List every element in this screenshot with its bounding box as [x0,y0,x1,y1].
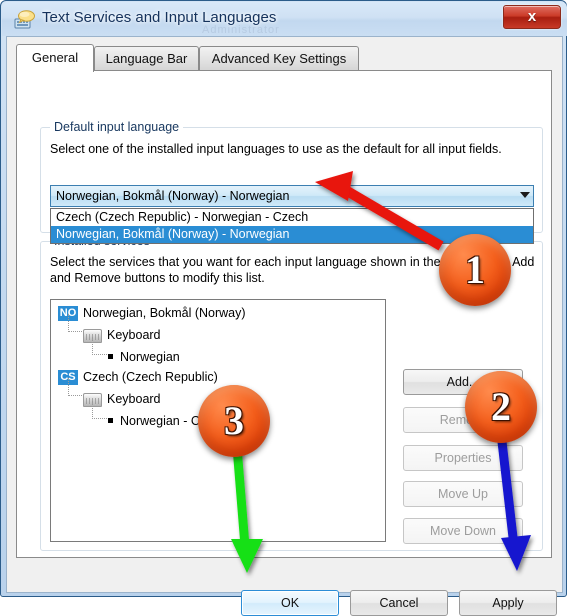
annotation-badge-3-number: 3 [224,398,244,443]
tree-label-language-czech: Czech (Czech Republic) [83,370,218,384]
dropdown-option-czech[interactable]: Czech (Czech Republic) - Norwegian - Cze… [51,209,533,226]
annotation-badge-1-number: 1 [465,247,485,292]
dialog-client-area: General Language Bar Advanced Key Settin… [6,36,563,616]
title-bar: Administrator Text Services and Input La… [2,2,567,36]
chevron-down-icon[interactable] [520,192,530,198]
default-language-combobox-value: Norwegian, Bokmål (Norway) - Norwegian [56,189,290,203]
default-language-combobox[interactable]: Norwegian, Bokmål (Norway) - Norwegian [50,185,534,207]
properties-button: Properties [403,445,523,471]
annotation-badge-3: 3 [198,385,270,457]
tree-label-language-norwegian: Norwegian, Bokmål (Norway) [83,306,246,320]
apply-button[interactable]: Apply [459,590,557,616]
bullet-icon [108,418,113,424]
tree-row-language-norwegian[interactable]: NO Norwegian, Bokmål (Norway) [58,306,246,324]
annotation-badge-1: 1 [439,234,511,306]
tree-connector [92,337,107,355]
tree-label-keyboard-norwegian: Keyboard [107,328,161,342]
default-language-description: Select one of the installed input langua… [50,142,502,156]
tab-general[interactable]: General [16,44,94,72]
move-up-button: Move Up [403,481,523,507]
dialog-button-bar [7,558,562,592]
tree-label-layout-norwegian: Norwegian [120,350,180,364]
cancel-button[interactable]: Cancel [350,590,448,616]
ok-button[interactable]: OK [241,590,339,616]
annotation-badge-2-number: 2 [491,384,511,429]
tree-connector [68,314,82,332]
tree-connector [92,401,107,419]
annotation-badge-2: 2 [465,371,537,443]
bullet-icon [108,354,113,360]
tree-row-layout-norwegian[interactable]: Norwegian [108,350,180,368]
tree-connector [68,378,82,396]
group-legend-default-input-language: Default input language [50,120,184,134]
move-down-button: Move Down [403,518,523,544]
close-icon[interactable]: x [503,5,561,29]
dialog-window: Administrator Text Services and Input La… [0,0,567,616]
tree-label-keyboard-czech: Keyboard [107,392,161,406]
language-bubble-keyboard-icon [14,10,35,29]
window-title: Text Services and Input Languages [42,9,277,26]
tab-advanced-key-settings[interactable]: Advanced Key Settings [199,46,359,71]
tab-language-bar[interactable]: Language Bar [94,46,199,71]
